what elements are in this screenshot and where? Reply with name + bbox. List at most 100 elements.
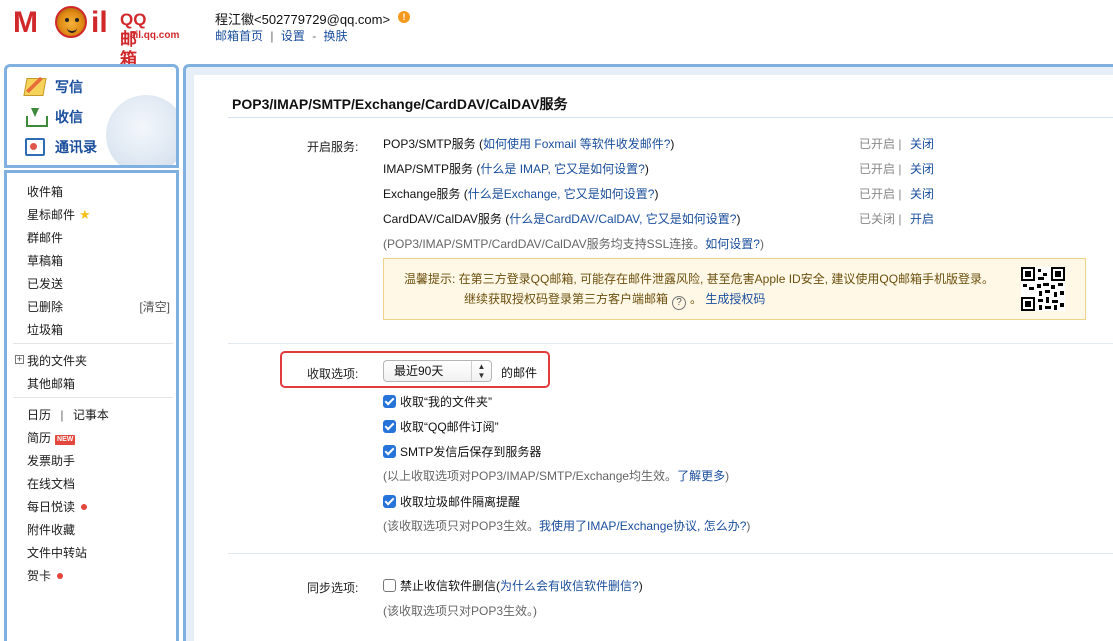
fetch-range-suffix: 的邮件: [501, 366, 538, 380]
paren: ): [644, 162, 649, 176]
checkbox-label: 收取垃圾邮件隔离提醒: [400, 495, 521, 509]
sidebar-item-spam[interactable]: 垃圾箱: [27, 321, 63, 338]
checkbox-checked-icon[interactable]: [383, 445, 396, 458]
fetch-options-note: (以上收取选项对POP3/IMAP/SMTP/Exchange均生效。了解更多): [383, 467, 729, 484]
settings-link[interactable]: 设置: [281, 29, 305, 43]
service-toggle-link[interactable]: 关闭: [910, 185, 934, 202]
sidebar-item-my-folders[interactable]: 我的文件夹: [27, 352, 87, 369]
checkbox-label: 禁止收信软件删信: [400, 579, 497, 593]
ssl-howto-link[interactable]: 如何设置?: [705, 237, 760, 251]
link-separator: |: [270, 29, 274, 43]
service-status: 已关闭 |: [859, 210, 901, 227]
sidebar-item-starred[interactable]: 星标邮件 ★: [27, 206, 91, 223]
expand-plus-icon[interactable]: +: [15, 355, 24, 364]
sidebar-item-other-mailboxes[interactable]: 其他邮箱: [27, 375, 75, 392]
contacts-label: 通讯录: [55, 139, 97, 155]
checkbox-checked-icon[interactable]: [383, 420, 396, 433]
sidebar-item-inbox[interactable]: 收件箱: [27, 183, 63, 200]
fetch-my-folders-checkbox-row[interactable]: 收取“我的文件夹”: [383, 393, 492, 410]
note-text: (POP3/IMAP/SMTP/CardDAV/CalDAV服务均支持SSL连接…: [383, 237, 706, 251]
service-help-link[interactable]: 什么是Exchange, 它又是如何设置?: [468, 187, 655, 201]
learn-more-link[interactable]: 了解更多: [677, 469, 725, 483]
sidebar-item-file-transfer[interactable]: 文件中转站: [27, 544, 87, 561]
tip-text: 温馨提示: 在第三方登录QQ邮箱, 可能存在邮件泄露风险, 甚至危害Apple …: [404, 269, 1024, 310]
penguin-decoration-icon: [106, 95, 176, 165]
note-text: ): [725, 469, 730, 483]
status-text: 已开启: [859, 187, 896, 201]
prevent-delete-checkbox-row[interactable]: 禁止收信软件删信 (为什么会有收信软件删信?): [383, 577, 643, 594]
fetch-subscription-checkbox-row[interactable]: 收取“QQ邮件订阅”: [383, 418, 499, 435]
contacts-icon: [25, 138, 45, 156]
select-updown-icon: ▲ ▼: [471, 361, 491, 381]
tip-line-2: 继续获取授权码登录第三方客户端邮箱?。 生成授权码: [404, 289, 1024, 310]
service-help-link[interactable]: 什么是 IMAP, 它又是如何设置?: [480, 162, 644, 176]
checkbox-checked-icon[interactable]: [383, 495, 396, 508]
note-text: (以上收取选项对POP3/IMAP/SMTP/Exchange均生效。: [383, 469, 678, 483]
sidebar-item-cards[interactable]: 贺卡: [27, 567, 64, 584]
note-text: ): [746, 519, 751, 533]
status-text: 已开启: [859, 137, 896, 151]
user-email: 程江徽<502779729@qq.com>: [215, 12, 391, 27]
checkbox-unchecked-icon[interactable]: [383, 579, 396, 592]
sidebar-item-deleted[interactable]: 已删除: [27, 298, 63, 315]
tip-line-1: 温馨提示: 在第三方登录QQ邮箱, 可能存在邮件泄露风险, 甚至危害Apple …: [404, 272, 995, 286]
smtp-save-checkbox-row[interactable]: SMTP发信后保存到服务器: [383, 443, 541, 460]
sidebar-item-drafts[interactable]: 草稿箱: [27, 252, 63, 269]
service-toggle-link[interactable]: 开启: [910, 210, 934, 227]
service-name: CardDAV/CalDAV服务: [383, 212, 502, 226]
sidebar-item-sent[interactable]: 已发送: [27, 275, 63, 292]
fetch-options-label: 收取选项:: [307, 367, 359, 381]
spam-option-note: (该收取选项只对POP3生效。我使用了IMAP/Exchange协议, 怎么办?…: [383, 517, 750, 534]
checkbox-label: SMTP发信后保存到服务器: [400, 445, 542, 459]
imap-exchange-help-link[interactable]: 我使用了IMAP/Exchange协议, 怎么办?: [539, 519, 746, 533]
section-divider: [228, 553, 1113, 554]
sidebar-item-online-docs[interactable]: 在线文档: [27, 475, 75, 492]
clear-deleted-link[interactable]: [清空]: [139, 298, 170, 315]
sidebar-item-attachments[interactable]: 附件收藏: [27, 521, 75, 538]
tiger-logo-icon: [55, 6, 87, 38]
link-dash: -: [312, 29, 317, 43]
service-help-link[interactable]: 如何使用 Foxmail 等软件收发邮件?: [483, 137, 670, 151]
calendar-separator: |: [60, 408, 64, 422]
status-text: 已开启: [859, 162, 896, 176]
sidebar-item-calendar[interactable]: 日历: [27, 408, 51, 422]
section-divider: [228, 343, 1113, 344]
compose-button[interactable]: 写信: [23, 76, 83, 98]
sidebar-item-notes[interactable]: 记事本: [73, 408, 109, 422]
sidebar-item-group[interactable]: 群邮件: [27, 229, 63, 246]
fetch-range-select[interactable]: 最近90天 ▲ ▼: [383, 360, 492, 382]
service-status: 已开启 |: [859, 185, 901, 202]
warning-icon[interactable]: !: [398, 11, 410, 23]
sidebar-item-resume[interactable]: 简历 NEW: [27, 429, 76, 446]
logo-letters-il: il: [91, 6, 108, 39]
fetch-range-value: 最近90天: [394, 364, 444, 378]
service-name: POP3/SMTP服务: [383, 137, 476, 151]
paren: ): [654, 187, 659, 201]
page-title: POP3/IMAP/SMTP/Exchange/CardDAV/CalDAV服务: [232, 96, 568, 112]
sync-option-note: (该收取选项只对POP3生效。): [383, 604, 538, 618]
receive-button[interactable]: 收信: [25, 106, 83, 128]
new-badge: NEW: [55, 435, 76, 445]
sidebar-divider: [13, 343, 173, 344]
help-circle-icon[interactable]: ?: [672, 296, 687, 310]
warning-tip-box: 温馨提示: 在第三方登录QQ邮箱, 可能存在邮件泄露风险, 甚至危害Apple …: [383, 258, 1086, 320]
spam-reminder-checkbox-row[interactable]: 收取垃圾邮件隔离提醒: [383, 493, 520, 510]
checkbox-checked-icon[interactable]: [383, 395, 396, 408]
compose-label: 写信: [55, 79, 83, 95]
receive-label: 收信: [55, 109, 83, 125]
change-skin-link[interactable]: 换肤: [324, 29, 348, 43]
contacts-button[interactable]: 通讯录: [25, 136, 97, 158]
status-sep: |: [898, 187, 902, 201]
paren: (: [460, 187, 468, 201]
tip-line-2-text: 继续获取授权码登录第三方客户端邮箱: [464, 292, 669, 306]
mailbox-home-link[interactable]: 邮箱首页: [215, 29, 263, 43]
sidebar-item-invoice[interactable]: 发票助手: [27, 452, 75, 469]
title-divider: [228, 117, 1113, 118]
service-toggle-link[interactable]: 关闭: [910, 160, 934, 177]
sidebar-item-daily[interactable]: 每日悦读: [27, 498, 88, 515]
why-delete-link[interactable]: 为什么会有收信软件删信?: [500, 577, 639, 594]
generate-auth-code-link[interactable]: 生成授权码: [705, 292, 765, 306]
service-help-link[interactable]: 什么是CardDAV/CalDAV, 它又是如何设置?: [509, 212, 736, 226]
service-toggle-link[interactable]: 关闭: [910, 135, 934, 152]
sidebar-item-cards-label: 贺卡: [27, 569, 52, 583]
